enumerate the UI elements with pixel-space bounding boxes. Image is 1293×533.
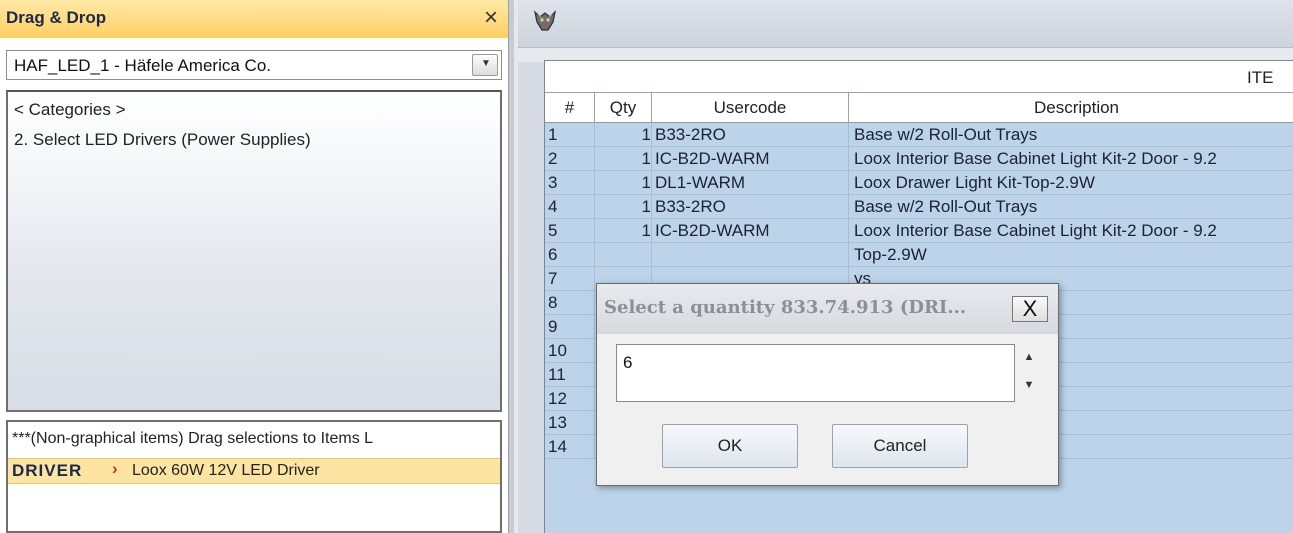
toolbar <box>518 0 1293 48</box>
row-qty: 1 <box>595 147 652 171</box>
row-number: 1 <box>545 123 595 147</box>
row-number: 10 <box>545 339 595 363</box>
dropdown-button[interactable]: ▼ <box>472 54 498 76</box>
row-number: 3 <box>545 171 595 195</box>
item-description: Loox 60W 12V LED Driver <box>132 462 320 479</box>
row-number: 4 <box>545 195 595 219</box>
grid-group-label: ITE <box>1247 68 1274 87</box>
dialog-title-bar[interactable]: Select a quantity 833.74.913 (DRI... X <box>597 284 1058 334</box>
table-row[interactable]: 2 1 IC-B2D-WARM Loox Interior Base Cabinet … <box>545 147 1293 171</box>
categories-list[interactable]: < Categories > 2. Select LED Drivers (Po… <box>6 90 502 412</box>
grid-group-header: ITE <box>545 61 1293 93</box>
row-description: Base w/2 Roll-Out Trays <box>849 195 1293 219</box>
row-number: 8 <box>545 291 595 315</box>
non-graphical-header: ***(Non-graphical items) Drag selections… <box>12 430 374 447</box>
row-number: 12 <box>545 387 595 411</box>
row-number: 13 <box>545 411 595 435</box>
row-qty: 1 <box>595 195 652 219</box>
dialog-close-button[interactable]: X <box>1012 296 1048 322</box>
row-number: 2 <box>545 147 595 171</box>
quantity-dialog: Select a quantity 833.74.913 (DRI... X 6… <box>596 283 1059 486</box>
row-number: 6 <box>545 243 595 267</box>
dialog-title: Select a quantity 833.74.913 (DRI... <box>604 297 967 318</box>
row-number: 14 <box>545 435 595 459</box>
item-code: DRIVER <box>12 461 83 480</box>
row-number: 5 <box>545 219 595 243</box>
table-row[interactable]: 6 Top-2.9W <box>545 243 1293 267</box>
row-description: Loox Interior Base Cabinet Light Kit-2 D… <box>849 147 1293 171</box>
category-item[interactable]: 2. Select LED Drivers (Power Supplies) <box>14 130 311 150</box>
quantity-value: 6 <box>623 353 633 372</box>
non-graphical-items-list: ***(Non-graphical items) Drag selections… <box>6 420 502 533</box>
list-item-driver[interactable]: DRIVER › Loox 60W 12V LED Driver <box>8 458 500 484</box>
table-row[interactable]: 1 1 B33-2RO Base w/2 Roll-Out Trays <box>545 123 1293 147</box>
ok-button[interactable]: OK <box>662 424 798 468</box>
row-description: Loox Drawer Light Kit-Top-2.9W <box>849 171 1293 195</box>
row-number: 9 <box>545 315 595 339</box>
wolf-logo-icon[interactable] <box>532 8 558 34</box>
row-qty: 1 <box>595 219 652 243</box>
column-header-num[interactable]: # <box>545 93 595 123</box>
row-usercode: B33-2RO <box>652 123 849 147</box>
row-usercode <box>652 243 849 267</box>
close-icon[interactable]: × <box>484 4 498 32</box>
row-qty <box>595 243 652 267</box>
row-qty: 1 <box>595 123 652 147</box>
column-header-usercode[interactable]: Usercode <box>652 93 849 123</box>
categories-header[interactable]: < Categories > <box>14 100 126 120</box>
arrow-icon: › <box>112 459 118 478</box>
table-row[interactable]: 4 1 B33-2RO Base w/2 Roll-Out Trays <box>545 195 1293 219</box>
row-description: Loox Interior Base Cabinet Light Kit-2 D… <box>849 219 1293 243</box>
column-header-qty[interactable]: Qty <box>595 93 652 123</box>
row-usercode: IC-B2D-WARM <box>652 219 849 243</box>
quantity-input[interactable]: 6 <box>616 344 1015 402</box>
table-row[interactable]: 5 1 IC-B2D-WARM Loox Interior Base Cabinet … <box>545 219 1293 243</box>
row-usercode: IC-B2D-WARM <box>652 147 849 171</box>
row-usercode: DL1-WARM <box>652 171 849 195</box>
row-qty: 1 <box>595 171 652 195</box>
chevron-down-icon: ▼ <box>481 58 491 69</box>
row-description: Top-2.9W <box>849 243 1293 267</box>
row-usercode: B33-2RO <box>652 195 849 219</box>
panel-title-bar: Drag & Drop × <box>0 0 508 38</box>
spin-up-icon[interactable]: ▲ <box>1018 344 1040 370</box>
drag-drop-panel: Drag & Drop × HAF_LED_1 - Häfele America… <box>0 0 508 533</box>
table-row[interactable]: 3 1 DL1-WARM Loox Drawer Light Kit-Top-2.9W <box>545 171 1293 195</box>
column-header-description[interactable]: Description <box>849 93 1293 123</box>
row-number: 7 <box>545 267 595 291</box>
spin-down-icon[interactable]: ▼ <box>1018 372 1040 398</box>
cancel-button[interactable]: Cancel <box>832 424 968 468</box>
grid-column-headers: # Qty Usercode Description <box>545 93 1293 123</box>
row-number: 11 <box>545 363 595 387</box>
catalog-select[interactable]: HAF_LED_1 - Häfele America Co. ▼ <box>6 50 502 80</box>
panel-title: Drag & Drop <box>6 8 107 27</box>
row-description: Base w/2 Roll-Out Trays <box>849 123 1293 147</box>
catalog-select-value: HAF_LED_1 - Häfele America Co. <box>14 56 271 75</box>
